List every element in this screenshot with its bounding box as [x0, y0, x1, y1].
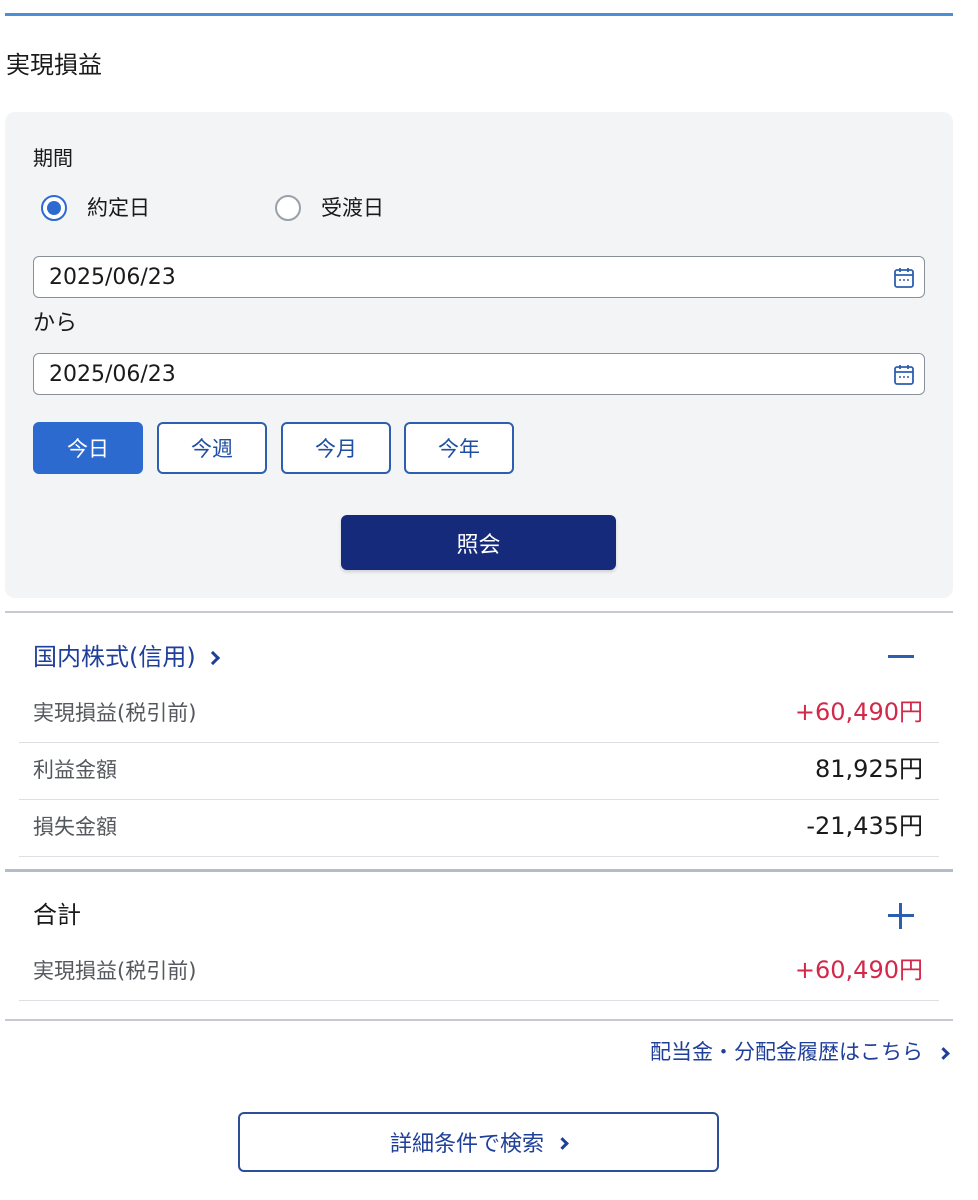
end-date-input[interactable]: [49, 361, 849, 387]
domestic-margin-link[interactable]: 国内株式(信用): [33, 640, 220, 674]
total-title: 合計: [33, 901, 81, 929]
this-week-button[interactable]: 今週: [157, 422, 267, 474]
row-label: 損失金額: [33, 815, 117, 839]
realized-pnl-value: +60,490円: [794, 698, 923, 726]
table-row: 利益金額 81,925円: [19, 743, 939, 800]
section-divider: [5, 869, 953, 872]
radio-settlement-date[interactable]: 受渡日: [275, 194, 384, 222]
this-month-button[interactable]: 今月: [281, 422, 391, 474]
row-label: 実現損益(税引前): [33, 701, 197, 725]
profit-amount-value: 81,925円: [815, 755, 923, 783]
period-label: 期間: [33, 146, 73, 170]
today-button[interactable]: 今日: [33, 422, 143, 474]
table-row: 実現損益(税引前) +60,490円: [19, 686, 939, 743]
dividend-history-label: 配当金・分配金履歴はこちら: [650, 1040, 923, 1064]
domestic-margin-title: 国内株式(信用): [33, 643, 196, 671]
chevron-right-icon: [937, 1046, 950, 1060]
section-divider: [5, 1019, 953, 1021]
radio-trade-date[interactable]: 約定日: [41, 194, 150, 222]
table-row: 実現損益(税引前) +60,490円: [19, 944, 939, 1001]
total-realized-pnl-value: +60,490円: [794, 956, 923, 984]
period-filter-panel: 期間 約定日 受渡日 から 今日 今週 今月 今年 照会: [5, 112, 953, 598]
table-row: 損失金額 -21,435円: [19, 800, 939, 857]
section-divider: [5, 611, 953, 613]
this-year-button[interactable]: 今年: [404, 422, 514, 474]
chevron-right-icon: [205, 650, 220, 666]
inquiry-button[interactable]: 照会: [341, 515, 616, 570]
row-label: 利益金額: [33, 758, 117, 782]
detail-search-button[interactable]: 詳細条件で検索: [238, 1112, 719, 1172]
radio-label-settlement-date: 受渡日: [321, 196, 384, 220]
minus-icon[interactable]: [888, 644, 914, 670]
start-date-input[interactable]: [49, 264, 849, 290]
page-title: 実現損益: [6, 51, 102, 79]
dividend-history-link[interactable]: 配当金・分配金履歴はこちら: [650, 1036, 950, 1068]
calendar-icon[interactable]: [893, 364, 915, 386]
end-date-field[interactable]: [33, 353, 925, 395]
detail-search-label: 詳細条件で検索: [389, 1132, 544, 1157]
top-accent-rule: [5, 13, 953, 16]
loss-amount-value: -21,435円: [806, 812, 923, 840]
radio-button-checked[interactable]: [41, 195, 67, 221]
start-date-field[interactable]: [33, 256, 925, 298]
chevron-right-icon: [556, 1136, 569, 1150]
radio-button-unchecked[interactable]: [275, 195, 301, 221]
from-label: から: [33, 311, 78, 336]
row-label: 実現損益(税引前): [33, 959, 197, 983]
plus-icon[interactable]: [888, 903, 914, 929]
calendar-icon[interactable]: [893, 267, 915, 289]
radio-label-trade-date: 約定日: [87, 196, 150, 220]
